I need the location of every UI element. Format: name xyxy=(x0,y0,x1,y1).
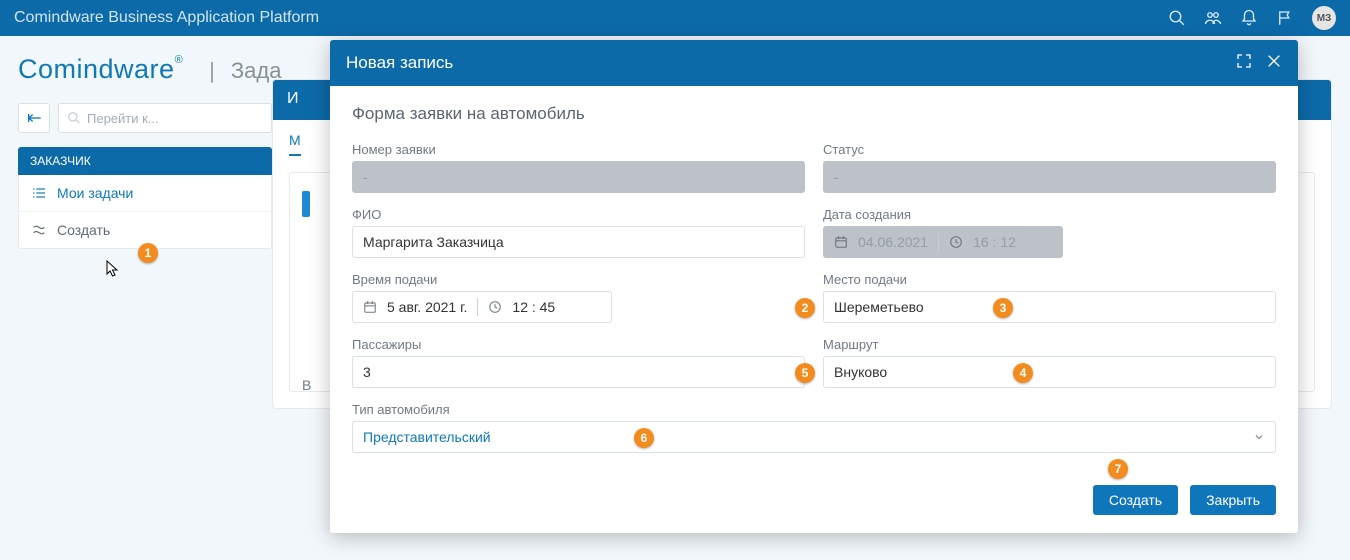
modal-body: Форма заявки на автомобиль Номер заявки … xyxy=(330,86,1298,481)
input-created: 04.06.2021 16 : 12 xyxy=(823,226,1063,258)
label-supply-place: Место подачи xyxy=(823,272,1276,287)
input-passengers[interactable]: 3 xyxy=(352,356,805,388)
label-car-type: Тип автомобиля xyxy=(352,402,1276,417)
callout-7: 7 xyxy=(1108,459,1128,479)
callout-6: 6 xyxy=(634,428,654,448)
label-status: Статус xyxy=(823,142,1276,157)
close-icon[interactable] xyxy=(1266,53,1282,74)
input-supply-time[interactable]: 5 авг. 2021 г. 12 : 45 xyxy=(352,291,612,323)
expand-icon[interactable] xyxy=(1236,53,1252,74)
modal-title: Новая запись xyxy=(346,53,453,73)
label-fio: ФИО xyxy=(352,207,805,222)
input-status: - xyxy=(823,161,1276,193)
select-car-type[interactable]: Представительский xyxy=(352,421,1276,453)
callout-3: 3 xyxy=(993,298,1013,318)
input-supply-place[interactable]: Шереметьево xyxy=(823,291,1276,323)
label-route: Маршрут xyxy=(823,337,1276,352)
modal-header: Новая запись xyxy=(330,40,1298,86)
callout-4: 4 xyxy=(1013,363,1033,383)
input-fio[interactable]: Маргарита Заказчица xyxy=(352,226,805,258)
label-request-no: Номер заявки xyxy=(352,142,805,157)
chevron-down-icon xyxy=(1253,431,1265,443)
callout-5: 5 xyxy=(795,363,815,383)
label-supply-time: Время подачи xyxy=(352,272,805,287)
submit-button[interactable]: Создать xyxy=(1093,485,1178,515)
input-request-no: - xyxy=(352,161,805,193)
input-route[interactable]: Внуково xyxy=(823,356,1276,388)
cursor-icon xyxy=(106,260,120,278)
label-passengers: Пассажиры xyxy=(352,337,805,352)
modal-new-record: Новая запись Форма заявки на автомобиль … xyxy=(330,40,1298,533)
callout-2: 2 xyxy=(795,298,815,318)
modal-footer: 7 Создать Закрыть xyxy=(330,481,1298,533)
form-title: Форма заявки на автомобиль xyxy=(352,104,1276,124)
callout-1: 1 xyxy=(138,243,158,263)
close-button[interactable]: Закрыть xyxy=(1190,485,1276,515)
label-created: Дата создания xyxy=(823,207,1276,222)
